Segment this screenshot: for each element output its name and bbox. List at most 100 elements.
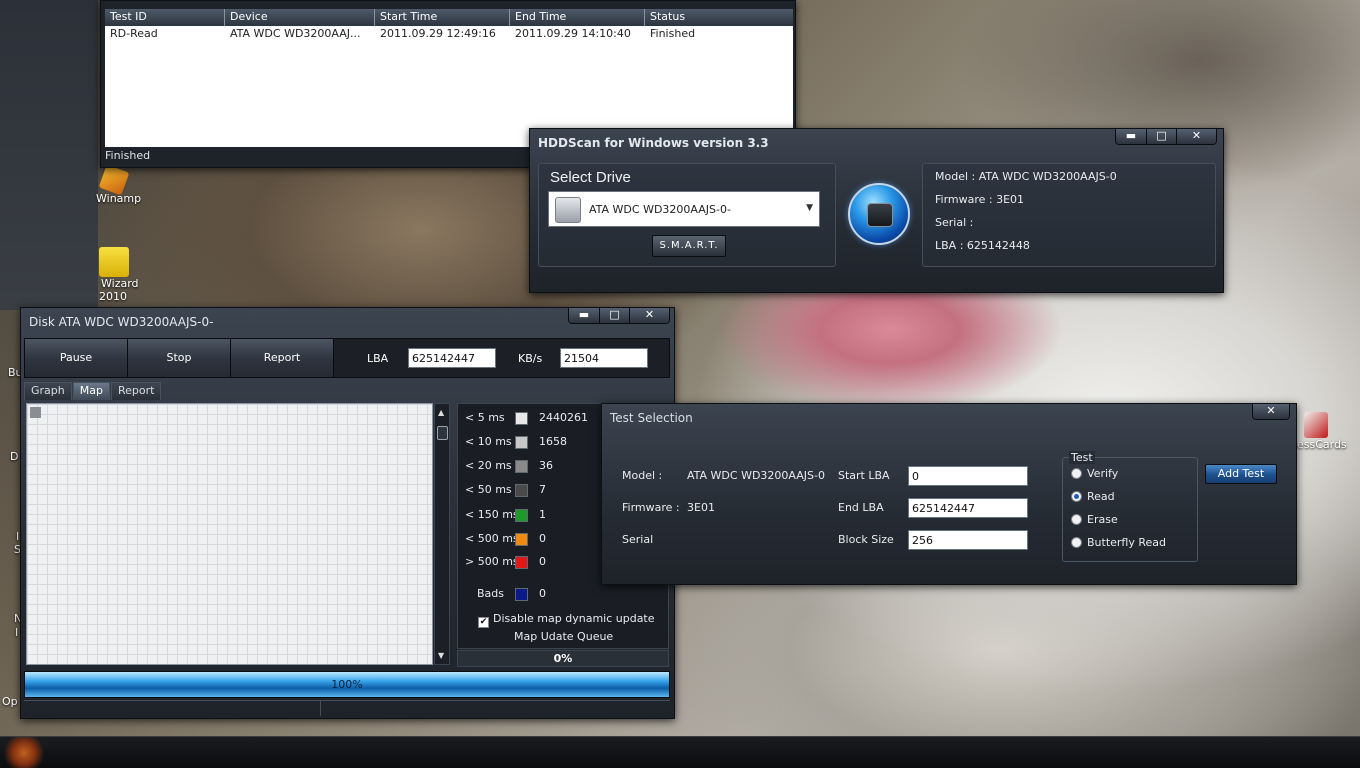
block-size-input[interactable] — [908, 530, 1028, 550]
hard-disk-icon — [867, 203, 893, 227]
minimize-button[interactable]: ▬ — [569, 308, 599, 323]
legend-swatch — [515, 556, 528, 569]
hddscan-main-window: HDDScan for Windows version 3.3 ▬ □ ✕ Se… — [529, 128, 1224, 293]
scan-orb-button[interactable] — [848, 183, 910, 245]
wizard-icon — [99, 247, 129, 277]
lba-label: LBA — [367, 352, 389, 365]
radio-label: Read — [1087, 490, 1115, 503]
close-button[interactable]: ✕ — [1176, 129, 1216, 144]
maximize-button[interactable]: □ — [1146, 129, 1176, 144]
test-progress-bar: 100% — [24, 671, 670, 698]
test-type-group: Test Verify Read Erase Butterfly Read — [1062, 451, 1198, 562]
hard-disk-icon — [555, 197, 581, 223]
legend-count: 1 — [539, 508, 546, 521]
desktop-dark-strip — [0, 0, 98, 310]
tab-report[interactable]: Report — [110, 382, 162, 400]
end-lba-label: End LBA — [838, 501, 884, 514]
legend-swatch — [515, 588, 528, 601]
taskbar — [0, 736, 1360, 768]
window-controls: ✕ — [1252, 404, 1290, 420]
window-controls: ▬ □ ✕ — [1115, 129, 1217, 145]
radio-verify[interactable]: Verify — [1071, 467, 1118, 480]
close-button[interactable]: ✕ — [1253, 404, 1289, 419]
close-button[interactable]: ✕ — [629, 308, 669, 323]
drive-select-value: ATA WDC WD3200AAJS-0- — [589, 203, 731, 216]
legend-label: > 500 ms — [465, 555, 519, 568]
radio-butterfly-read[interactable]: Butterfly Read — [1071, 536, 1166, 549]
legend-count: 1658 — [539, 435, 567, 448]
desktop-icon-wizard[interactable]: Wizard 2010 — [99, 247, 139, 303]
legend-count: 0 — [539, 555, 546, 568]
radio-read[interactable]: Read — [1071, 490, 1115, 503]
start-button[interactable] — [0, 737, 48, 768]
firmware-value: 3E01 — [687, 501, 715, 514]
tab-map[interactable]: Map — [72, 382, 110, 400]
end-lba-input[interactable] — [908, 498, 1028, 518]
winamp-icon — [98, 164, 130, 196]
legend-count: 0 — [539, 587, 546, 600]
checkmark-icon: ✔ — [478, 617, 489, 628]
tab-graph[interactable]: Graph — [24, 382, 72, 400]
report-button[interactable]: Report — [231, 339, 334, 377]
block-map[interactable] — [26, 403, 433, 665]
legend-swatch — [515, 436, 528, 449]
pause-button[interactable]: Pause — [25, 339, 128, 377]
column-header-status[interactable]: Status — [645, 9, 793, 26]
column-header-start-time[interactable]: Start Time — [375, 9, 510, 26]
legend-label: < 500 ms — [465, 532, 519, 545]
legend-label: < 150 ms — [465, 508, 519, 521]
status-divider — [320, 701, 321, 716]
checkbox-label: Disable map dynamic update — [493, 612, 655, 625]
maximize-button[interactable]: □ — [599, 308, 629, 323]
legend-count: 7 — [539, 483, 546, 496]
map-queue-progress: 0% — [457, 650, 669, 667]
desktop-fragment: Op — [2, 695, 18, 708]
scroll-up-icon[interactable]: ▲ — [438, 408, 444, 417]
start-lba-label: Start LBA — [838, 469, 890, 482]
stop-button[interactable]: Stop — [128, 339, 231, 377]
radio-label: Verify — [1087, 467, 1119, 480]
column-header-end-time[interactable]: End Time — [510, 9, 645, 26]
desktop-icon-businesscards[interactable]: nessCards — [1290, 412, 1347, 451]
radio-icon — [1071, 468, 1082, 479]
toolbar: Pause Stop Report LBA KB/s — [24, 338, 670, 378]
smart-button[interactable]: S.M.A.R.T. — [652, 235, 726, 257]
business-cards-icon — [1304, 412, 1328, 438]
scrollbar-thumb[interactable] — [437, 426, 448, 440]
add-test-button[interactable]: Add Test — [1205, 464, 1277, 484]
block-size-label: Block Size — [838, 533, 894, 546]
drive-select[interactable]: ATA WDC WD3200AAJS-0- ▼ — [548, 191, 820, 227]
column-header-device[interactable]: Device — [225, 9, 375, 26]
disk-test-window: Disk ATA WDC WD3200AAJS-0- ▬ □ ✕ Pause S… — [20, 307, 675, 719]
disable-map-update-checkbox[interactable]: ✔ Disable map dynamic update — [478, 612, 655, 628]
start-lba-input[interactable] — [908, 466, 1028, 486]
table-row[interactable]: RD-Read ATA WDC WD3200AAJ... 2011.09.29 … — [105, 26, 793, 43]
cell-test-id: RD-Read — [110, 27, 158, 40]
status-text: Finished — [105, 149, 151, 162]
select-drive-label: Select Drive — [550, 169, 631, 186]
model-value: ATA WDC WD3200AAJS-0 — [687, 469, 825, 482]
legend-swatch — [515, 484, 528, 497]
model-label: Model : — [622, 469, 663, 482]
window-controls: ▬ □ ✕ — [568, 308, 670, 324]
kbs-label: KB/s — [518, 352, 543, 365]
radio-label: Erase — [1087, 513, 1118, 526]
legend-count: 2440261 — [539, 411, 588, 424]
firmware-info: Firmware : 3E01 — [935, 193, 1025, 206]
column-header-test-id[interactable]: Test ID — [105, 9, 225, 26]
legend-label: < 50 ms — [465, 483, 512, 496]
radio-label: Butterfly Read — [1087, 536, 1167, 549]
legend-swatch — [515, 509, 528, 522]
desktop-icon-winamp[interactable]: Winamp — [96, 164, 141, 205]
radio-erase[interactable]: Erase — [1071, 513, 1118, 526]
kbs-field[interactable] — [560, 348, 648, 368]
window-title: Test Selection — [610, 411, 693, 425]
cell-start-time: 2011.09.29 12:49:16 — [380, 27, 496, 40]
legend-swatch — [515, 460, 528, 473]
map-scrollbar[interactable]: ▲ ▼ — [434, 403, 450, 665]
scroll-down-icon[interactable]: ▼ — [438, 651, 444, 660]
lba-field[interactable] — [408, 348, 496, 368]
cell-status: Finished — [650, 27, 696, 40]
minimize-button[interactable]: ▬ — [1116, 129, 1146, 144]
dropdown-arrow-icon: ▼ — [806, 203, 813, 213]
